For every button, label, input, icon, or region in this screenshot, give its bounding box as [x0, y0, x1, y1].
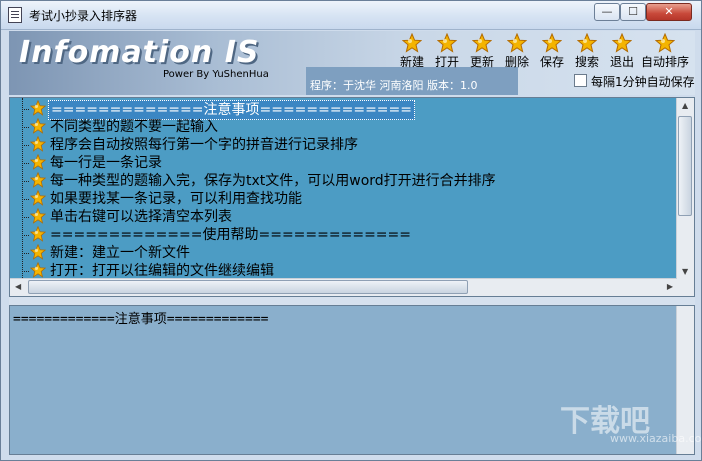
toolbar-button-2[interactable]: 更新 [465, 32, 499, 69]
star-icon [471, 32, 493, 53]
star-icon [29, 243, 47, 260]
watermark-url: www.xiazaiba.com [610, 432, 702, 445]
tree-item-label: 如果要找某一条记录，可以利用查找功能 [50, 191, 302, 207]
toolbar-button-label: 打开 [434, 55, 459, 69]
tree-item-label: 新建：建立一个新文件 [50, 245, 190, 261]
tree-item[interactable]: 每一行是一条记录 [10, 153, 677, 172]
tree-branch-line [22, 181, 29, 182]
star-icon [29, 189, 47, 206]
toolbar-button-3[interactable]: 删除 [500, 32, 534, 69]
toolbar-button-0[interactable]: 新建 [395, 32, 429, 69]
tree-item[interactable]: 程序会自动按照每行第一个字的拼音进行记录排序 [10, 135, 677, 154]
tree-item[interactable]: 新建：建立一个新文件 [10, 243, 677, 262]
toolbar-button-label: 自动排序 [640, 55, 689, 69]
star-icon [436, 32, 458, 53]
star-icon [29, 117, 47, 134]
toolbar-button-label: 保存 [539, 55, 564, 69]
tree-item[interactable]: 每一种类型的题输入完，保存为txt文件，可以用word打开进行合并排序 [10, 171, 677, 190]
tree-item-label: 每一行是一条记录 [50, 155, 162, 171]
program-info: 程序：于沈华 河南洛阳 版本：1.0 [306, 67, 518, 95]
star-icon [29, 225, 47, 242]
scroll-up-icon[interactable]: ▲ [682, 101, 688, 110]
tree-vertical-scrollbar[interactable]: ▲ ▼ [676, 98, 694, 279]
autosave-checkbox[interactable] [574, 74, 587, 87]
autosave-label: 每隔1分钟自动保存 [591, 75, 695, 89]
tree-branch-line [22, 127, 29, 128]
star-icon [29, 261, 47, 278]
tree-horizontal-scrollbar[interactable]: ◀ ▶ [10, 278, 677, 296]
tree-item[interactable]: 如果要找某一条记录，可以利用查找功能 [10, 189, 677, 208]
tree-item-label: 单击右键可以选择清空本列表 [50, 209, 232, 225]
star-icon [506, 32, 528, 53]
record-editor[interactable]: =============注意事项============= 下载吧 www.x… [9, 305, 702, 455]
star-icon [29, 135, 47, 152]
close-button[interactable]: ✕ [646, 3, 692, 21]
panel-splitter[interactable] [9, 297, 695, 305]
scroll-down-icon[interactable]: ▼ [682, 267, 688, 276]
editor-content[interactable]: =============注意事项============= [13, 308, 269, 327]
star-icon [611, 32, 633, 53]
star-icon [29, 99, 47, 116]
star-icon [541, 32, 563, 53]
scroll-right-icon[interactable]: ▶ [667, 282, 673, 291]
tree-branch-line [22, 253, 29, 254]
scroll-left-icon[interactable]: ◀ [15, 282, 21, 291]
autosave-option[interactable]: 每隔1分钟自动保存 [574, 73, 695, 90]
tree-branch-line [22, 217, 29, 218]
tree-item[interactable]: 不同类型的题不要一起输入 [10, 117, 677, 136]
tree-branch-line [22, 145, 29, 146]
toolbar-button-5[interactable]: 搜索 [570, 32, 604, 69]
star-icon [29, 153, 47, 170]
tree-branch-line [22, 163, 29, 164]
tree-vertical-thumb[interactable] [678, 116, 692, 216]
tree-horizontal-thumb[interactable] [28, 280, 468, 294]
app-icon [8, 7, 22, 23]
star-icon [29, 171, 47, 188]
tree-item[interactable]: =============注意事项============= [10, 99, 677, 120]
toolbar-button-4[interactable]: 保存 [535, 32, 569, 69]
toolbar-button-label: 搜索 [574, 55, 599, 69]
minimize-button[interactable]: — [594, 3, 620, 21]
app-window: 考试小抄录入排序器 — ☐ ✕ Infomation IS Power By Y… [0, 0, 702, 461]
header-banner: Infomation IS Power By YuShenHua 程序：于沈华 … [9, 31, 695, 95]
tree-item-label: 程序会自动按照每行第一个字的拼音进行记录排序 [50, 137, 358, 153]
tree-item-label: =============使用帮助============= [50, 227, 411, 243]
tree-item-label: 每一种类型的题输入完，保存为txt文件，可以用word打开进行合并排序 [50, 173, 496, 189]
tree-item[interactable]: =============使用帮助============= [10, 225, 677, 244]
tree-branch-line [22, 109, 29, 110]
toolbar-button-7[interactable]: 自动排序 [640, 32, 690, 69]
record-tree[interactable]: =============注意事项============= 不同类型的题不要一起… [9, 97, 695, 297]
star-icon [401, 32, 423, 53]
app-logo: Infomation IS [19, 35, 260, 70]
toolbar-button-label: 退出 [609, 55, 634, 69]
tree-branch-line [22, 271, 29, 272]
tree-item-label: 不同类型的题不要一起输入 [50, 119, 218, 135]
scroll-corner [677, 279, 694, 296]
star-icon [29, 207, 47, 224]
tree-item[interactable]: 单击右键可以选择清空本列表 [10, 207, 677, 226]
tree-branch-line [22, 235, 29, 236]
toolbar-button-1[interactable]: 打开 [430, 32, 464, 69]
title-bar[interactable]: 考试小抄录入排序器 — ☐ ✕ [1, 1, 701, 30]
tree-branch-line [22, 199, 29, 200]
maximize-button[interactable]: ☐ [620, 3, 646, 21]
toolbar-button-label: 删除 [504, 55, 529, 69]
toolbar-button-label: 新建 [399, 55, 424, 69]
tree-item-label: =============注意事项============= [48, 100, 415, 120]
window-title: 考试小抄录入排序器 [29, 9, 138, 23]
star-icon [576, 32, 598, 53]
toolbar-button-6[interactable]: 退出 [605, 32, 639, 69]
star-icon [654, 32, 676, 53]
power-by-text: Power By YuShenHua [163, 69, 269, 80]
toolbar-button-label: 更新 [469, 55, 494, 69]
